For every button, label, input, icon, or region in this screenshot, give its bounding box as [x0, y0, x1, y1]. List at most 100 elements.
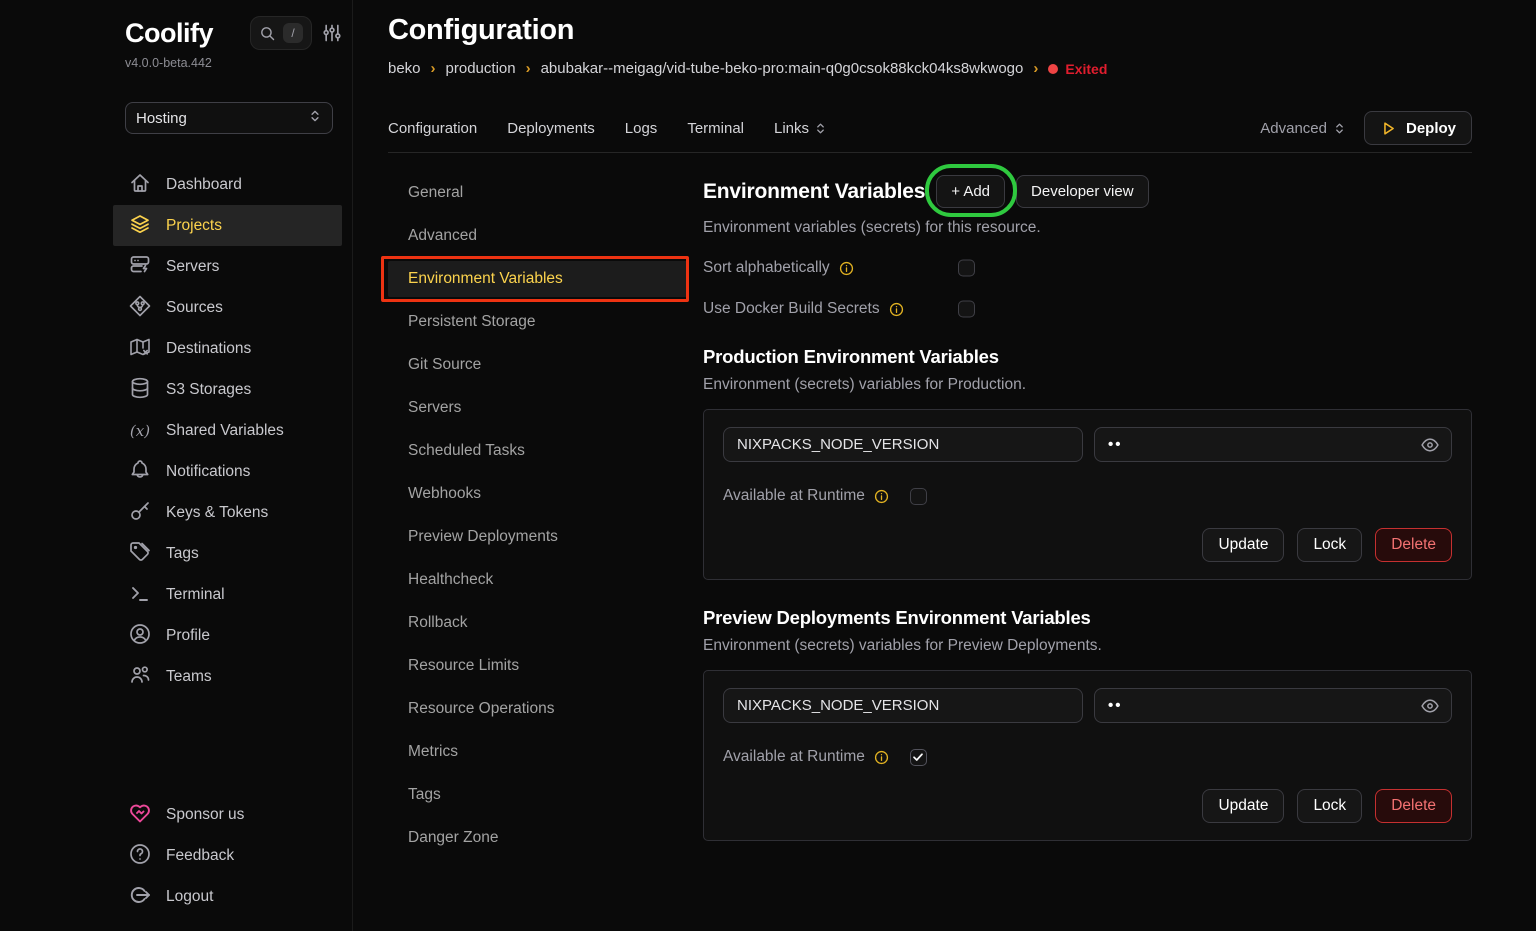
main-area: Configuration beko › production › abubak…: [353, 0, 1536, 931]
sidebar-item-keys-tokens[interactable]: Keys & Tokens: [113, 492, 342, 533]
deploy-label: Deploy: [1406, 120, 1456, 137]
sort-alphabetically-checkbox[interactable]: [958, 260, 975, 277]
developer-view-button[interactable]: Developer view: [1016, 175, 1149, 208]
lock-button[interactable]: Lock: [1297, 789, 1362, 823]
chevron-updown-icon: [1333, 122, 1346, 135]
advanced-dropdown[interactable]: Advanced: [1260, 120, 1346, 137]
add-variable-button[interactable]: + Add: [936, 175, 1005, 208]
search-box[interactable]: /: [250, 16, 312, 50]
subnav-item-servers[interactable]: Servers: [388, 390, 688, 426]
subnav-item-environment-variables[interactable]: Environment Variables: [388, 261, 688, 297]
subnav-item-preview-deployments[interactable]: Preview Deployments: [388, 519, 688, 555]
variable-key-input[interactable]: [723, 427, 1083, 462]
info-icon: [889, 302, 904, 317]
tab-deployments[interactable]: Deployments: [507, 120, 595, 137]
status-dot-icon: [1048, 64, 1058, 74]
tab-links[interactable]: Links: [774, 120, 827, 137]
chevron-right-icon: ›: [431, 60, 436, 77]
coolify-app: Coolify / v4.0.0-beta.442 Hosting Dashbo…: [0, 0, 1536, 931]
sidebar-item-sponsor-us[interactable]: Sponsor us: [113, 794, 342, 835]
sidebar-item-destinations[interactable]: Destinations: [113, 328, 342, 369]
tab-configuration[interactable]: Configuration: [388, 120, 477, 137]
sidebar-item-teams[interactable]: Teams: [113, 656, 342, 697]
team-select[interactable]: Hosting: [125, 102, 333, 134]
lock-button[interactable]: Lock: [1297, 528, 1362, 562]
subnav-item-resource-operations[interactable]: Resource Operations: [388, 691, 688, 727]
home-icon: [128, 171, 152, 199]
sidebar-item-dashboard[interactable]: Dashboard: [113, 164, 342, 205]
subnav-item-rollback[interactable]: Rollback: [388, 605, 688, 641]
subnav-item-webhooks[interactable]: Webhooks: [388, 476, 688, 512]
available-at-runtime-label: Available at Runtime: [723, 748, 865, 766]
available-at-runtime-checkbox[interactable]: [910, 488, 927, 505]
tab-terminal[interactable]: Terminal: [687, 120, 744, 137]
sidebar-item-sources[interactable]: Sources: [113, 287, 342, 328]
sidebar-item-label: Notifications: [166, 463, 250, 481]
sidebar-item-projects[interactable]: Projects: [113, 205, 342, 246]
subnav-item-advanced[interactable]: Advanced: [388, 218, 688, 254]
sidebar-item-label: Servers: [166, 258, 219, 276]
sidebar-item-s3-storages[interactable]: S3 Storages: [113, 369, 342, 410]
subnav-item-git-source[interactable]: Git Source: [388, 347, 688, 383]
sidebar-item-shared-variables[interactable]: (x) Shared Variables: [113, 410, 342, 451]
sidebar-item-label: Teams: [166, 668, 212, 686]
breadcrumb-project[interactable]: beko: [388, 60, 421, 77]
subnav-item-metrics[interactable]: Metrics: [388, 734, 688, 770]
subnav-item-tags[interactable]: Tags: [388, 777, 688, 813]
bell-icon: [128, 458, 152, 486]
tab-links-label: Links: [774, 120, 809, 137]
sidebar-item-profile[interactable]: Profile: [113, 615, 342, 656]
available-at-runtime-checkbox[interactable]: [910, 749, 927, 766]
eye-icon[interactable]: [1420, 696, 1440, 716]
users-icon: [128, 663, 152, 691]
sidebar-nav: Dashboard Projects Servers Sources Desti…: [113, 164, 342, 697]
key-icon: [128, 499, 152, 527]
deploy-button[interactable]: Deploy: [1364, 111, 1472, 145]
subnav-item-scheduled-tasks[interactable]: Scheduled Tasks: [388, 433, 688, 469]
eye-icon[interactable]: [1420, 435, 1440, 455]
sidebar-item-notifications[interactable]: Notifications: [113, 451, 342, 492]
delete-button[interactable]: Delete: [1375, 789, 1452, 823]
variable-value-input[interactable]: ••: [1094, 688, 1452, 723]
sidebar-item-label: Sources: [166, 299, 223, 317]
variable-key-input[interactable]: [723, 688, 1083, 723]
subnav-item-persistent-storage[interactable]: Persistent Storage: [388, 304, 688, 340]
delete-button[interactable]: Delete: [1375, 528, 1452, 562]
breadcrumb-resource[interactable]: abubakar--meigag/vid-tube-beko-pro:main-…: [541, 60, 1024, 77]
variable-value-input[interactable]: ••: [1094, 427, 1452, 462]
production-variable-card: •• Available at Runtime Update Lock Dele…: [703, 409, 1472, 580]
production-section-title: Production Environment Variables: [703, 346, 1472, 368]
terminal-icon: [128, 581, 152, 609]
subnav-item-danger-zone[interactable]: Danger Zone: [388, 820, 688, 856]
tab-logs[interactable]: Logs: [625, 120, 658, 137]
subnav-item-resource-limits[interactable]: Resource Limits: [388, 648, 688, 684]
masked-value: ••: [1108, 436, 1420, 453]
app-logo[interactable]: Coolify: [125, 18, 240, 49]
map-icon: [128, 335, 152, 363]
sidebar-item-feedback[interactable]: Feedback: [113, 835, 342, 876]
sidebar-item-terminal[interactable]: Terminal: [113, 574, 342, 615]
sidebar-item-label: Logout: [166, 888, 213, 906]
breadcrumb-environment[interactable]: production: [446, 60, 516, 77]
update-button[interactable]: Update: [1202, 789, 1284, 823]
logout-icon: [128, 883, 152, 911]
user-circle-icon: [128, 622, 152, 650]
sidebar-item-label: Terminal: [166, 586, 225, 604]
git-fork-icon: [128, 294, 152, 322]
team-select-value: Hosting: [136, 110, 187, 127]
update-button[interactable]: Update: [1202, 528, 1284, 562]
docker-build-secrets-row: Use Docker Build Secrets: [703, 299, 1472, 319]
tabbar: Configuration Deployments Logs Terminal …: [388, 104, 1472, 153]
help-circle-icon: [128, 842, 152, 870]
status-badge: Exited: [1048, 61, 1107, 77]
sidebar-item-tags[interactable]: Tags: [113, 533, 342, 574]
docker-build-secrets-checkbox[interactable]: [958, 301, 975, 318]
page-header: Configuration beko › production › abubak…: [388, 0, 1472, 77]
settings-sliders-icon[interactable]: [322, 23, 342, 43]
sidebar-item-logout[interactable]: Logout: [113, 876, 342, 917]
sidebar-item-servers[interactable]: Servers: [113, 246, 342, 287]
panel-title: Environment Variables: [703, 180, 925, 204]
subnav-item-healthcheck[interactable]: Healthcheck: [388, 562, 688, 598]
search-icon: [259, 25, 276, 42]
subnav-item-general[interactable]: General: [388, 175, 688, 211]
